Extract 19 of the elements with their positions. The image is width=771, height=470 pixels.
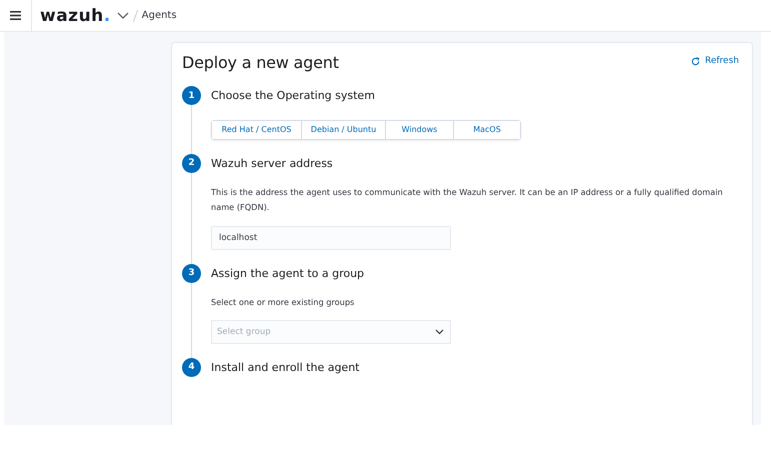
os-option-button[interactable]: Windows [386,120,454,138]
step-title: Assign the agent to a group [211,266,366,280]
server-address-field[interactable]: localhost [211,226,451,250]
os-option-button[interactable]: MacOS [454,120,520,138]
step-description: This is the address the agent uses to communicate with the Wazuh server. It can be an IP address or a fully qualified domain name (FQDN). [211,186,724,214]
os-option-button[interactable]: Debian / Ubuntu [302,120,386,138]
step-description: Select one or more existing groups [211,296,356,309]
wazuh-logo[interactable]: wazuh. [40,6,111,26]
panel-title: Deploy a new agent [182,53,339,72]
step-number: 2 [182,154,201,172]
refresh-button[interactable]: Refresh [691,56,739,66]
step-number: 4 [182,358,201,376]
step-title: Choose the Operating system [211,89,376,102]
step-title: Wazuh server address [211,156,334,170]
os-option-button[interactable]: Red Hat / CentOS [212,120,302,138]
step-number: 1 [182,86,201,105]
step-number: 3 [182,264,201,282]
breadcrumb[interactable]: Agents [142,10,177,21]
step-title: Install and enroll the agent [211,360,360,374]
